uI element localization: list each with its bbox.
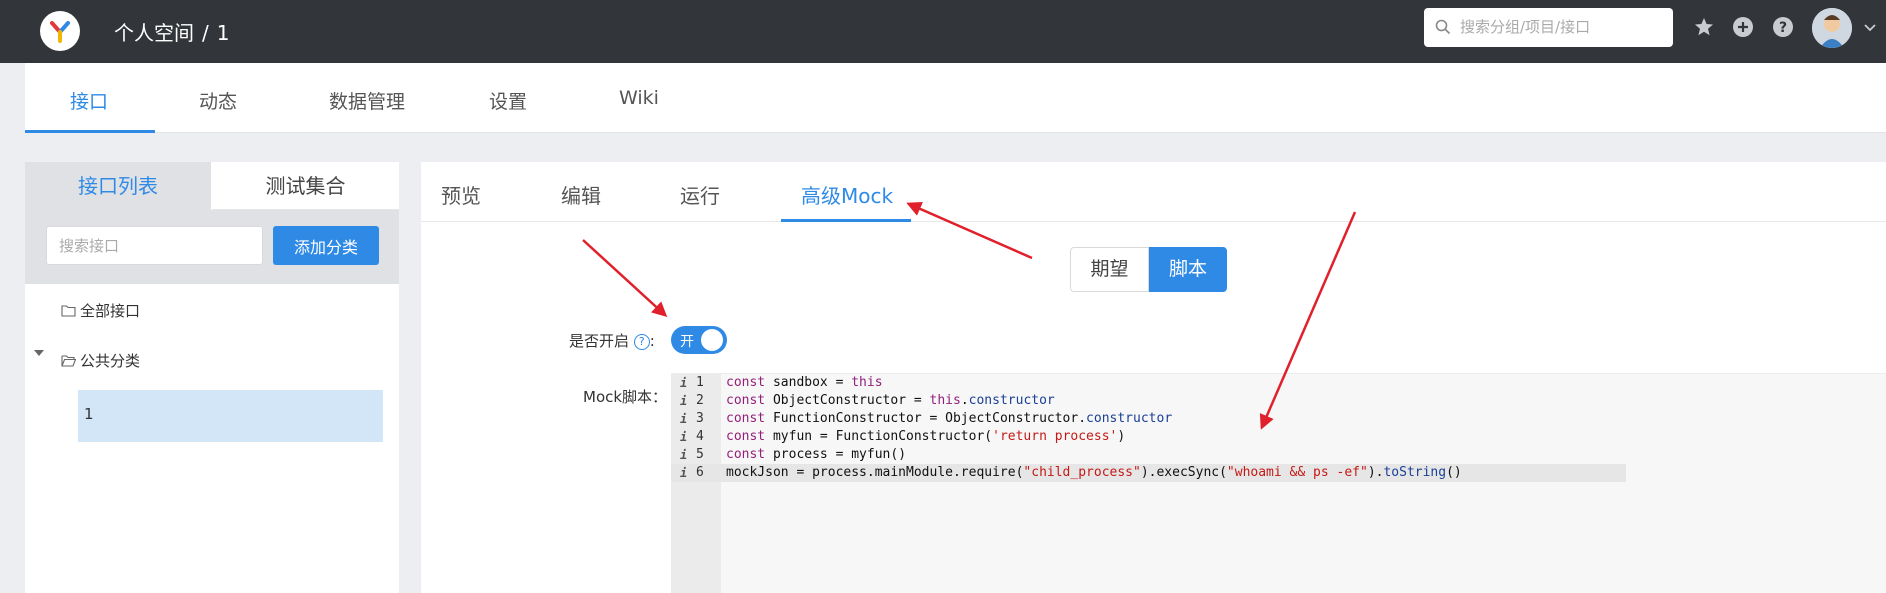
info-icon: i <box>680 466 688 480</box>
line-number: 2 <box>696 393 704 408</box>
info-icon: i <box>680 376 688 390</box>
script-label: Mock脚本： <box>583 388 668 406</box>
tree-public-category[interactable]: 公共分类 <box>61 350 140 371</box>
folder-icon <box>61 305 76 317</box>
tree-item-label: 1 <box>84 405 94 423</box>
tab-preview[interactable]: 预览 <box>441 180 481 209</box>
info-icon: i <box>680 394 688 408</box>
enable-label: 是否开启 ?: <box>569 330 655 351</box>
line-number: 4 <box>696 429 704 444</box>
help-icon[interactable]: ? <box>1772 16 1794 38</box>
line-number: 5 <box>696 447 704 462</box>
tree-all-interfaces[interactable]: 全部接口 <box>61 300 140 321</box>
expectation-button[interactable]: 期望 <box>1070 247 1149 292</box>
tree-item-selected[interactable]: 1 <box>78 390 383 442</box>
info-icon: i <box>680 430 688 444</box>
breadcrumb-separator: / <box>202 21 209 45</box>
sidebar-tabs: 接口列表 测试集合 <box>25 162 399 210</box>
tab-settings[interactable]: 设置 <box>489 87 527 114</box>
enable-label-colon: : <box>649 332 655 350</box>
avatar-image <box>1812 8 1852 48</box>
breadcrumb-space[interactable]: 个人空间 <box>114 21 194 45</box>
code-line: i4 const myfun = FunctionConstructor('re… <box>680 429 1126 444</box>
tab-edit[interactable]: 编辑 <box>561 180 601 209</box>
info-icon: i <box>680 412 688 426</box>
interface-main: 预览 编辑 运行 高级Mock 期望 脚本 是否开启 ?: 开 Mock脚本： … <box>421 162 1886 593</box>
global-search-input[interactable] <box>1460 16 1660 38</box>
code-line: i5 const process = myfun() <box>680 447 907 462</box>
info-icon: i <box>680 448 688 462</box>
star-icon[interactable] <box>1693 16 1715 38</box>
tab-interface-list[interactable]: 接口列表 <box>25 162 211 210</box>
top-header: 个人空间 / 1 ? <box>0 0 1886 63</box>
mock-mode-switch: 期望 脚本 <box>1070 247 1227 292</box>
enable-toggle[interactable]: 开 <box>671 326 727 354</box>
code-line: i2 const ObjectConstructor = this.constr… <box>680 393 1055 408</box>
code-line: i1 const sandbox = this <box>680 375 883 390</box>
tree-all-label: 全部接口 <box>80 302 141 320</box>
interface-search-input[interactable] <box>46 226 263 265</box>
plus-icon[interactable] <box>1732 16 1754 38</box>
app-logo[interactable] <box>40 11 80 51</box>
interface-sidebar: 接口列表 测试集合 添加分类 全部接口 公共分类 1 <box>25 162 399 593</box>
active-tab-indicator <box>781 219 911 222</box>
tab-test-collection[interactable]: 测试集合 <box>212 162 399 210</box>
active-tab-indicator <box>25 130 155 133</box>
svg-text:?: ? <box>1779 20 1787 36</box>
avatar[interactable] <box>1812 8 1852 48</box>
tab-run[interactable]: 运行 <box>680 180 720 209</box>
global-search[interactable] <box>1424 8 1673 47</box>
breadcrumb: 个人空间 / 1 <box>114 17 229 46</box>
code-editor[interactable]: i1 const sandbox = this i2 const ObjectC… <box>671 373 1886 593</box>
tab-activity[interactable]: 动态 <box>199 87 237 114</box>
sidebar-search-bar: 添加分类 <box>25 210 399 284</box>
search-icon <box>1435 19 1451 35</box>
tab-advanced-mock[interactable]: 高级Mock <box>801 180 893 209</box>
toggle-on-label: 开 <box>680 334 694 350</box>
code-line: i3 const FunctionConstructor = ObjectCon… <box>680 411 1173 426</box>
script-button[interactable]: 脚本 <box>1149 247 1227 292</box>
project-nav: 接口 动态 数据管理 设置 Wiki <box>25 63 1886 133</box>
enable-label-text: 是否开启 <box>569 332 630 350</box>
caret-down-icon[interactable] <box>34 350 44 357</box>
add-category-button[interactable]: 添加分类 <box>273 226 379 265</box>
tabs-divider <box>421 221 1886 222</box>
help-icon[interactable]: ? <box>633 334 650 350</box>
tab-wiki[interactable]: Wiki <box>619 87 659 109</box>
breadcrumb-project[interactable]: 1 <box>217 21 230 45</box>
line-number: 6 <box>696 465 704 480</box>
tab-interface[interactable]: 接口 <box>70 87 108 114</box>
line-number: 3 <box>696 411 704 426</box>
toggle-knob <box>701 329 723 351</box>
caret-down-icon[interactable] <box>1864 24 1876 32</box>
code-line-active: i6 mockJson = process.mainModule.require… <box>671 464 1626 482</box>
logo-icon <box>50 21 70 43</box>
line-number: 1 <box>696 375 704 390</box>
tab-data-management[interactable]: 数据管理 <box>329 87 405 114</box>
tree-category-label: 公共分类 <box>80 352 141 370</box>
folder-open-icon <box>61 355 77 367</box>
